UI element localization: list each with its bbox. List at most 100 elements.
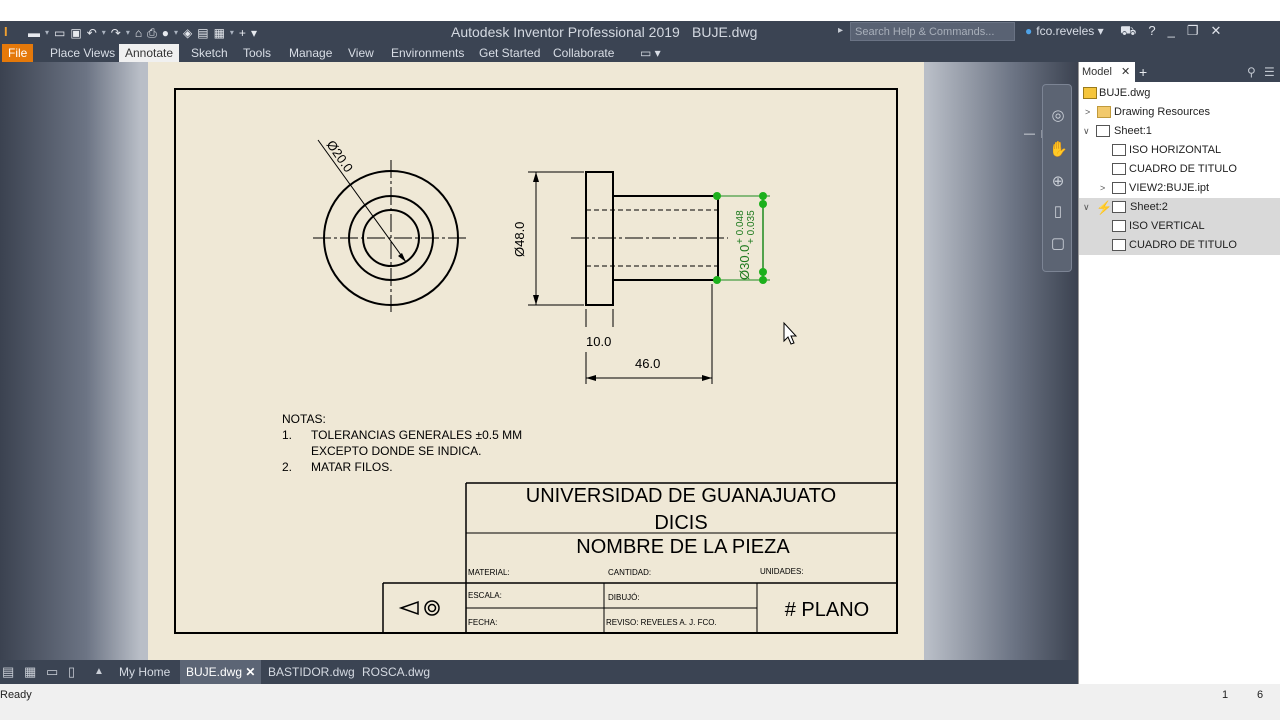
tab-manage[interactable]: Manage — [283, 44, 338, 62]
material-icon[interactable]: ● — [162, 24, 169, 42]
appearance-icon[interactable]: ◈ — [183, 24, 192, 42]
measure-icon[interactable]: ▤ — [197, 24, 208, 42]
chevron-down-icon[interactable]: ▾ — [45, 24, 49, 42]
chevron-down-icon[interactable]: ▾ — [174, 24, 178, 42]
close-icon[interactable]: ✕ — [245, 665, 255, 679]
note-2-number: 2. — [282, 460, 292, 474]
ribbon-options-icon[interactable]: ▭ ▾ — [634, 44, 667, 62]
view-icon — [1112, 182, 1126, 194]
help-search-input[interactable]: Search Help & Commands... — [850, 22, 1015, 41]
tab-get-started[interactable]: Get Started — [473, 44, 546, 62]
tree-item-sheet-1[interactable]: ∨ Sheet:1 — [1079, 122, 1280, 141]
zoom-window-icon[interactable]: ▢ — [1049, 235, 1067, 253]
tab-annotate[interactable]: Annotate — [119, 44, 180, 62]
tree-item-iso-horizontal[interactable]: ISO HORIZONTAL — [1079, 141, 1280, 160]
customize-icon[interactable]: ▾ — [251, 24, 257, 42]
projection-symbol-icon — [398, 600, 440, 616]
menu-icon[interactable]: ☰ — [1264, 62, 1275, 82]
inventor-logo-icon[interactable]: I — [4, 23, 16, 41]
tile-vertical-icon[interactable]: ▯ — [68, 664, 75, 680]
collapse-icon[interactable]: ∨ — [1083, 122, 1093, 141]
expand-icon[interactable]: > — [1100, 179, 1110, 198]
doc-tab-buje[interactable]: BUJE.dwg ✕ — [180, 660, 262, 684]
steering-wheel-icon[interactable]: ◎ — [1049, 107, 1067, 125]
open-icon[interactable]: ▭ — [54, 24, 65, 42]
tree-item-label: BUJE.dwg — [1099, 87, 1151, 99]
tree-item-iso-vertical[interactable]: ISO VERTICAL — [1079, 217, 1280, 236]
zoom-icon[interactable]: ⊕ — [1049, 173, 1067, 191]
cart-icon[interactable]: ⛟ — [1120, 23, 1136, 41]
minimize-icon[interactable]: _ — [1168, 23, 1175, 41]
print-icon[interactable]: ⎙ — [147, 24, 157, 42]
tree-item-drawing-resources[interactable]: > Drawing Resources — [1079, 103, 1280, 122]
close-icon[interactable]: ✕ — [1210, 23, 1221, 41]
new-icon[interactable]: ▬ — [28, 24, 40, 42]
dim-d30[interactable]: Ø30.0 — [737, 245, 752, 280]
plano-label: # PLANO — [785, 599, 869, 621]
home-icon[interactable]: ⌂ — [135, 24, 142, 42]
doc-tab-bastidor[interactable]: BASTIDOR.dwg — [262, 660, 361, 684]
tile-icon[interactable]: ▦ — [24, 664, 36, 680]
save-icon[interactable]: ▣ — [70, 24, 81, 42]
add-icon[interactable]: + — [239, 24, 246, 42]
dim-len46[interactable]: 46.0 — [635, 356, 660, 371]
dim-d30-tol-upper[interactable]: + 0.048 — [735, 210, 746, 244]
pan-icon[interactable]: ✋ — [1049, 141, 1068, 159]
chevron-down-icon[interactable]: ▾ — [126, 24, 130, 42]
user-account[interactable]: ● fco.reveles ▾ — [1025, 24, 1104, 38]
search-icon[interactable]: ⚲ — [1247, 62, 1256, 82]
side-view[interactable] — [528, 171, 770, 384]
dim-len10[interactable]: 10.0 — [586, 334, 611, 349]
doc-tab-rosca[interactable]: ROSCA.dwg — [356, 660, 436, 684]
search-expand-icon[interactable]: ▸ — [838, 25, 843, 36]
dim-d48[interactable]: Ø48.0 — [512, 222, 527, 257]
tab-view[interactable]: View — [342, 44, 380, 62]
minimize-icon[interactable]: — — [1024, 128, 1035, 141]
expand-icon[interactable]: > — [1085, 103, 1095, 122]
drawing-file-icon — [1083, 87, 1097, 99]
part-name: NOMBRE DE LA PIEZA — [576, 536, 790, 558]
tab-tools[interactable]: Tools — [237, 44, 277, 62]
border-icon — [1112, 220, 1126, 232]
campus-name: DICIS — [654, 512, 707, 534]
tab-collaborate[interactable]: Collaborate — [547, 44, 620, 62]
tab-model[interactable]: Model ✕ — [1079, 62, 1135, 82]
window-file-name: BUJE.dwg — [692, 24, 758, 40]
tree-item-cuadro-titulo-1[interactable]: CUADRO DE TITULO — [1079, 160, 1280, 179]
cascade-icon[interactable]: ▤ — [2, 664, 14, 680]
zoom-all-icon[interactable]: ▯ — [1049, 203, 1067, 221]
tab-sketch[interactable]: Sketch — [185, 44, 234, 62]
model-browser: Model ✕ + ⚲ ☰ BUJE.dwg > Drawing Resourc… — [1078, 62, 1280, 684]
model-tab-label: Model — [1082, 66, 1112, 78]
tab-file[interactable]: File — [2, 44, 34, 62]
notes-heading: NOTAS: — [282, 412, 326, 426]
chevron-down-icon[interactable]: ▾ — [102, 24, 106, 42]
redo-icon[interactable]: ↷ — [111, 24, 121, 42]
add-browser-icon[interactable]: + — [1139, 62, 1147, 82]
dim-d20[interactable]: Ø20.0 — [324, 137, 357, 175]
tab-place-views[interactable]: Place Views — [44, 44, 121, 62]
help-icon[interactable]: ? — [1148, 23, 1155, 41]
tree-item-cuadro-titulo-2[interactable]: CUADRO DE TITULO — [1079, 236, 1280, 255]
collapse-icon[interactable]: ∨ — [1083, 198, 1093, 217]
close-icon[interactable]: ✕ — [1121, 66, 1130, 78]
mouse-cursor-icon — [783, 321, 798, 345]
tab-environments[interactable]: Environments — [385, 44, 470, 62]
undo-icon[interactable]: ↶ — [87, 24, 97, 42]
note-2-line-1: MATAR FILOS. — [311, 460, 393, 474]
restore-icon[interactable]: ❐ — [1187, 23, 1199, 41]
tile-horizontal-icon[interactable]: ▭ — [46, 664, 58, 680]
tree-item-sheet-2[interactable]: ∨ ⚡ Sheet:2 — [1079, 198, 1280, 217]
border-icon — [1112, 144, 1126, 156]
doc-tab-my-home[interactable]: My Home — [113, 660, 176, 684]
tree-item-view2[interactable]: > VIEW2:BUJE.ipt — [1079, 179, 1280, 198]
status-count-1: 1 — [1222, 689, 1229, 701]
dim-d30-tol-lower[interactable]: + 0.035 — [746, 210, 757, 244]
front-view[interactable] — [313, 139, 469, 312]
graphics-workspace[interactable]: Ø20.0 Ø48.0 10.0 46.0 Ø30.0 + 0.048 + 0.… — [0, 62, 1078, 660]
tree-item-buje-dwg[interactable]: BUJE.dwg — [1079, 84, 1280, 103]
chevron-up-icon[interactable]: ▲ — [94, 666, 104, 677]
drawing-sheet[interactable]: Ø20.0 Ø48.0 10.0 46.0 Ø30.0 + 0.048 + 0.… — [148, 62, 924, 660]
params-icon[interactable]: ▦ — [214, 24, 225, 42]
chevron-down-icon[interactable]: ▾ — [230, 24, 234, 42]
